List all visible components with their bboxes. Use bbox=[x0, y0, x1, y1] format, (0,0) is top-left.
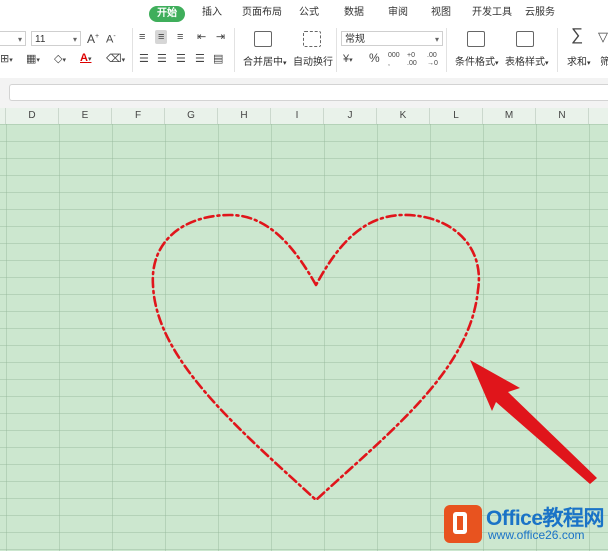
watermark-url: www.office26.com bbox=[488, 528, 585, 542]
arrow-shape[interactable] bbox=[470, 360, 597, 484]
office-logo-icon bbox=[444, 505, 482, 543]
spreadsheet-window: 开始 插入 页面布局 公式 数据 审阅 视图 开发工具 云服务 ▾ 11 ▾ A+… bbox=[0, 0, 608, 551]
drawing-layer bbox=[151, 213, 597, 502]
heart-shape[interactable] bbox=[151, 213, 481, 502]
